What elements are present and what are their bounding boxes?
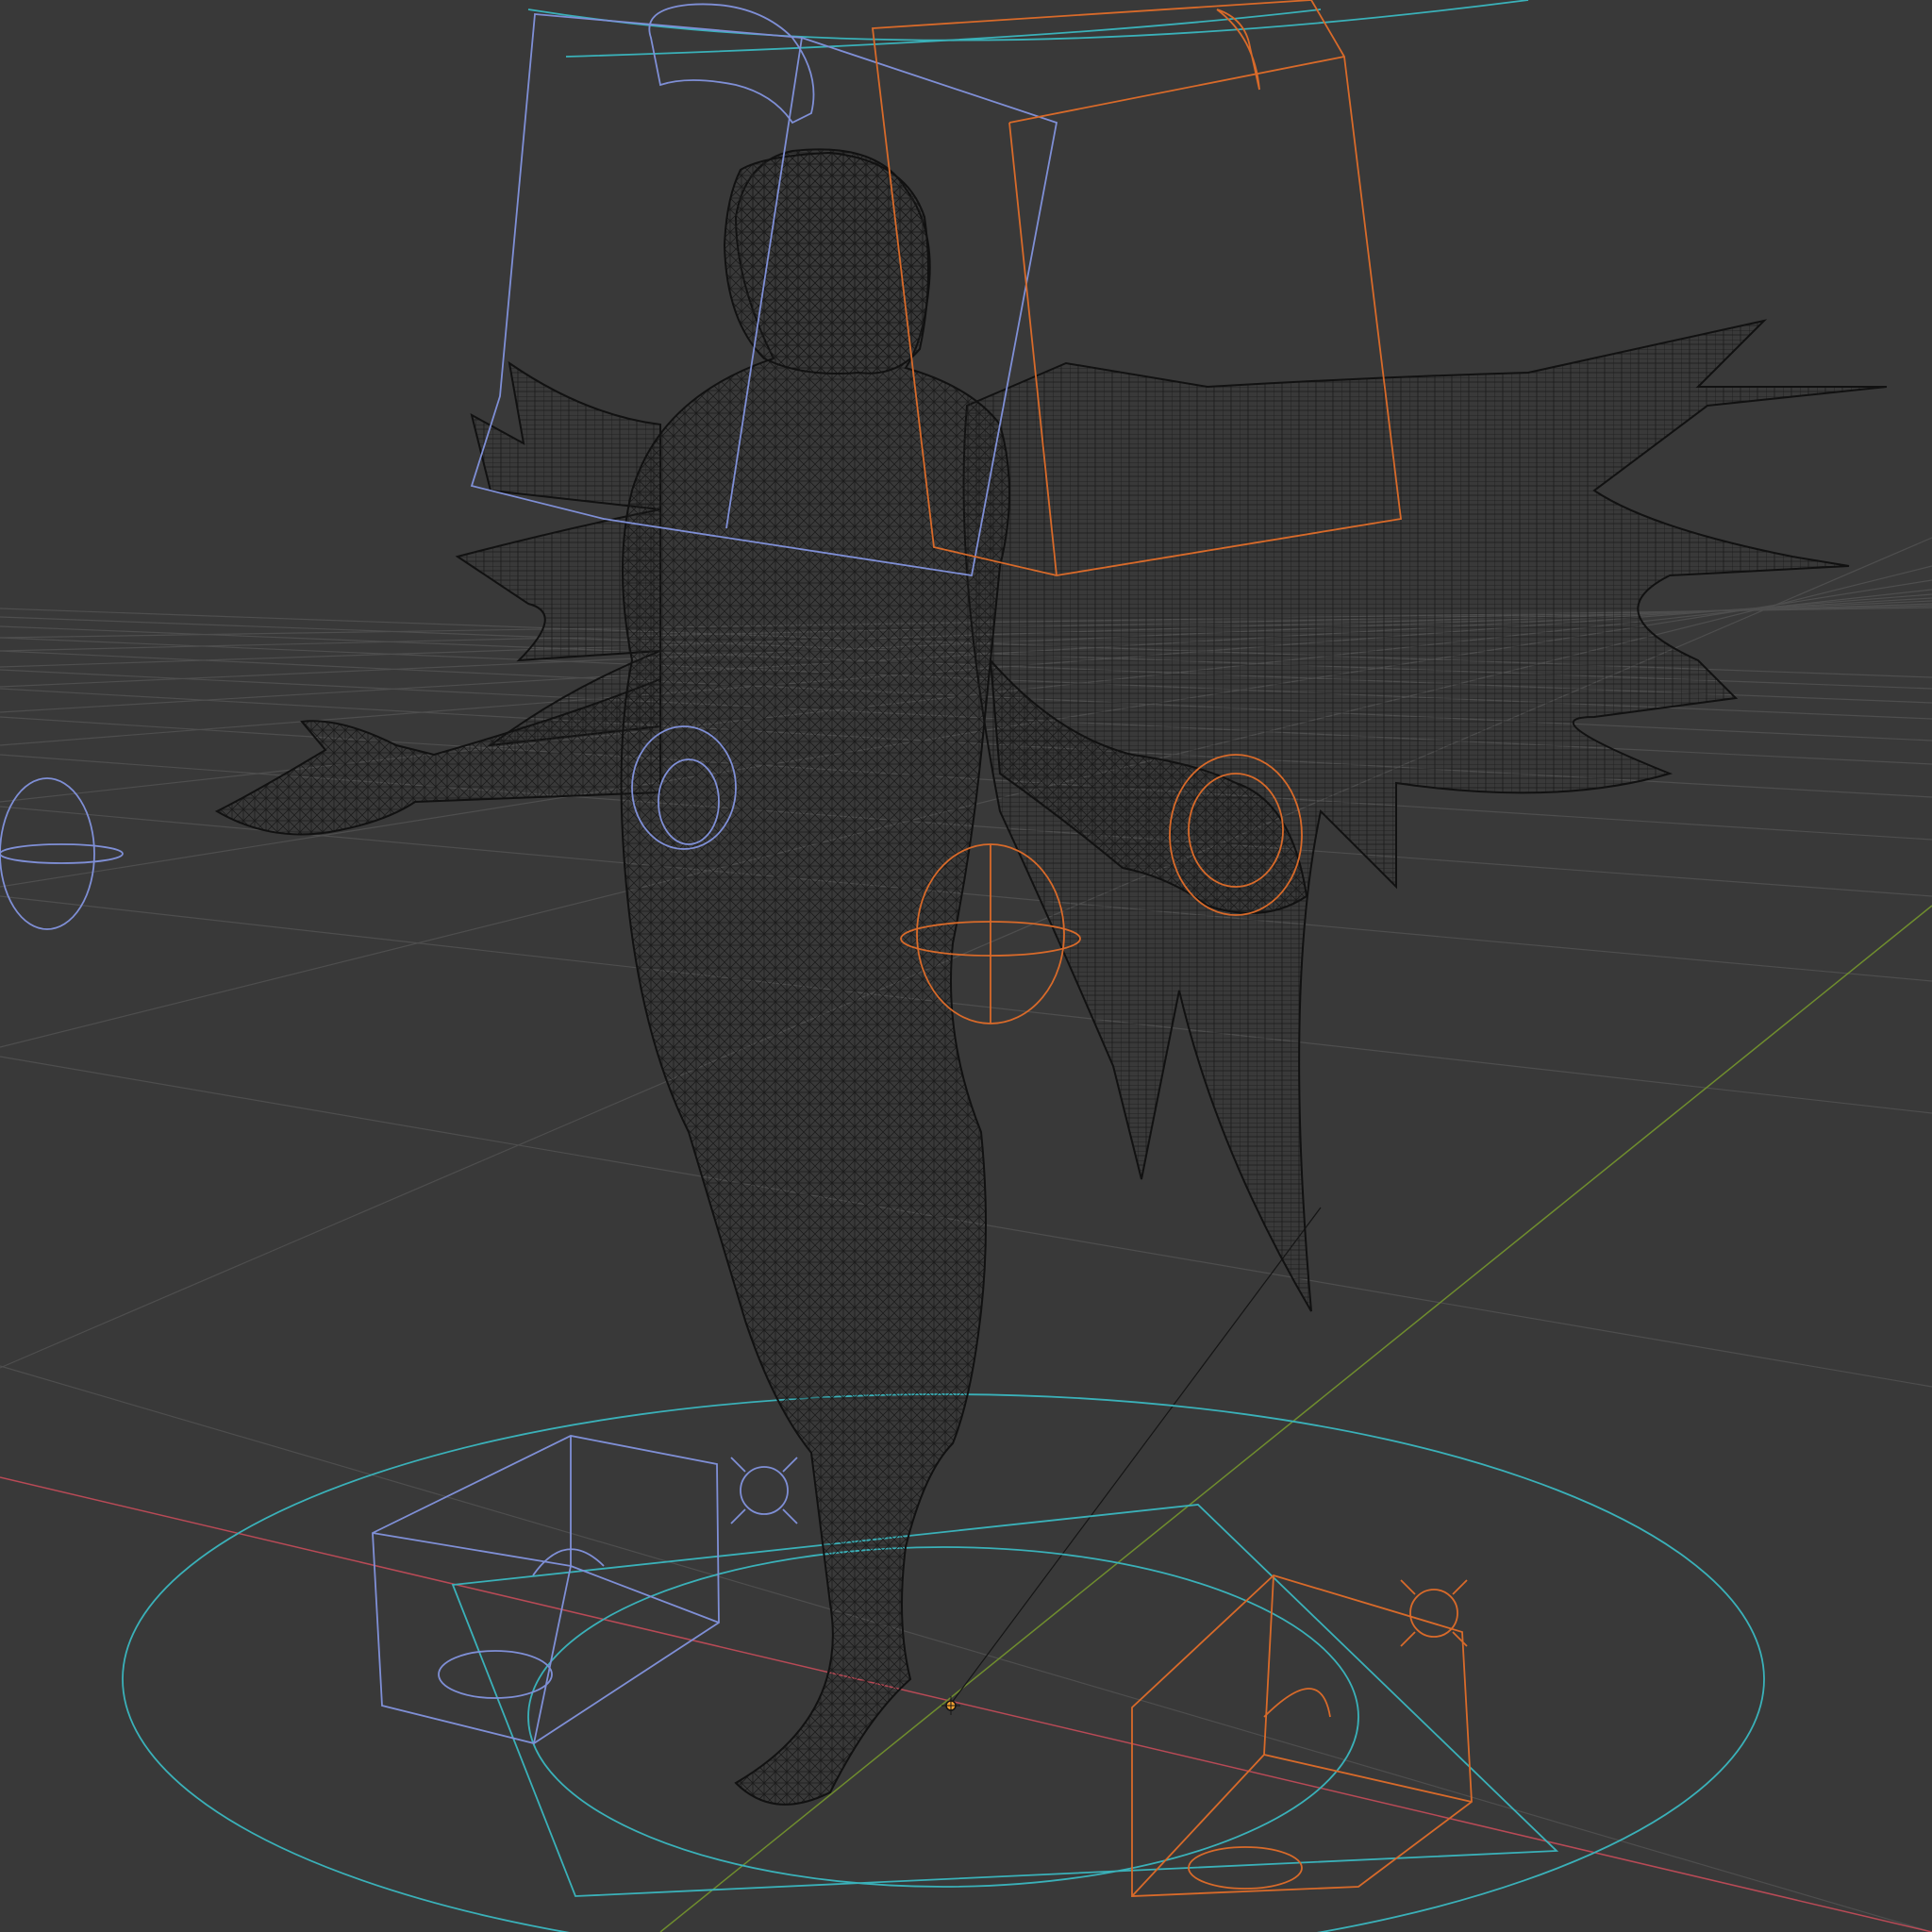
3d-viewport[interactable] bbox=[0, 0, 1932, 1932]
body-robe[interactable] bbox=[620, 148, 1010, 1806]
character-mesh[interactable] bbox=[214, 148, 1888, 1806]
viewport-canvas[interactable] bbox=[0, 0, 1932, 1932]
bone-direction-line bbox=[950, 1207, 1322, 1705]
x-axis-line bbox=[0, 1476, 1932, 1932]
